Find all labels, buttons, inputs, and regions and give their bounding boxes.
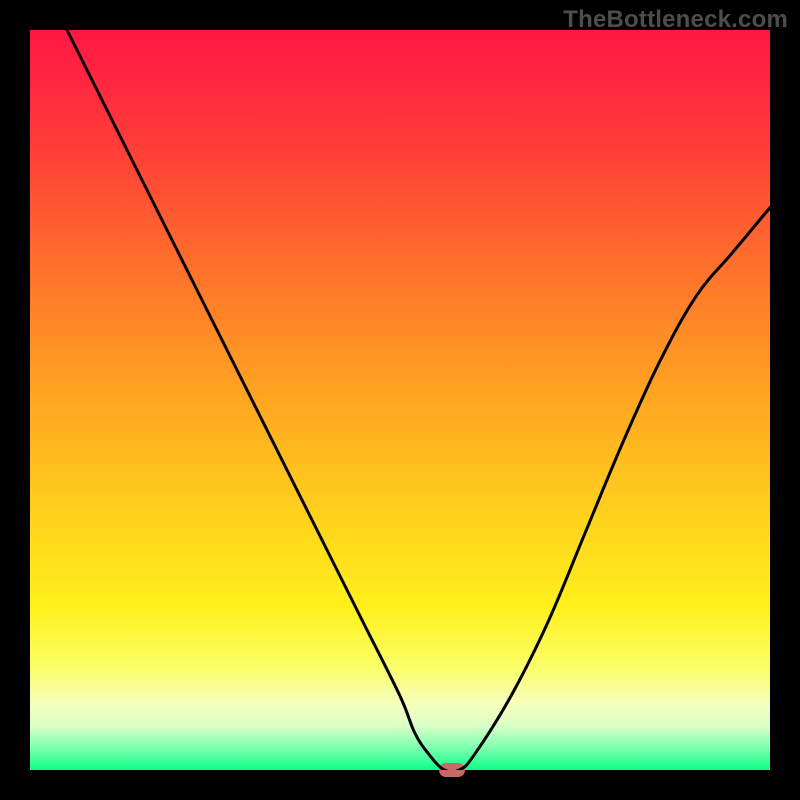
watermark-text: TheBottleneck.com: [563, 6, 788, 34]
chart-frame: TheBottleneck.com: [0, 0, 800, 800]
bottleneck-curve: [67, 30, 770, 770]
plot-area: [30, 30, 770, 770]
curve-svg: [30, 30, 770, 770]
